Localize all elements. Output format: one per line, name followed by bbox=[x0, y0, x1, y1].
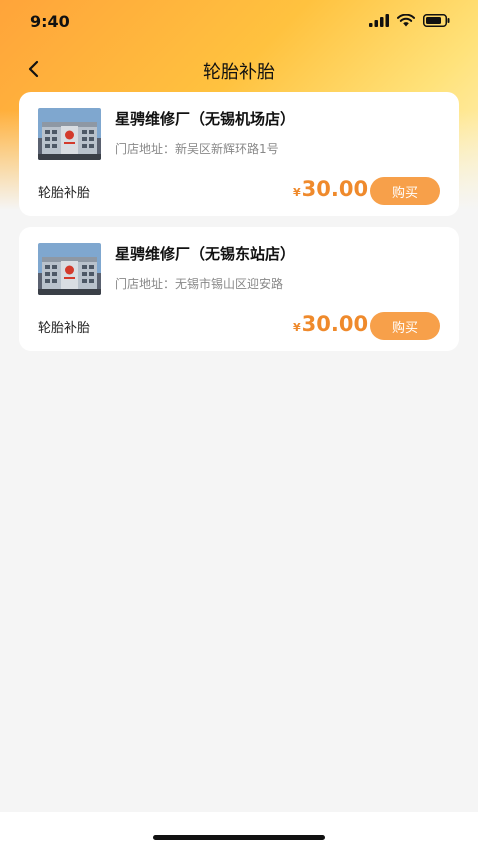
price: ¥30.00 bbox=[293, 312, 368, 336]
store-address: 门店地址：无锡市锡山区迎安路 bbox=[115, 275, 283, 292]
buy-button[interactable]: 购买 bbox=[370, 312, 440, 340]
home-indicator[interactable] bbox=[153, 835, 325, 840]
store-card[interactable]: 星骋维修厂（无锡机场店） 门店地址：新吴区新辉环路1号 轮胎补胎 ¥30.00 … bbox=[19, 92, 459, 216]
store-address: 门店地址：新吴区新辉环路1号 bbox=[115, 140, 279, 157]
wifi-icon bbox=[397, 14, 415, 27]
price-value: 30.00 bbox=[301, 312, 369, 336]
store-photo bbox=[38, 108, 101, 160]
store-photo bbox=[38, 243, 101, 295]
store-name: 星骋维修厂（无锡东站店） bbox=[115, 245, 296, 263]
price-value: 30.00 bbox=[301, 177, 369, 201]
bottom-bar bbox=[0, 812, 478, 850]
buy-button[interactable]: 购买 bbox=[370, 177, 440, 205]
address-value: 无锡市锡山区迎安路 bbox=[175, 277, 284, 291]
store-name: 星骋维修厂（无锡机场店） bbox=[115, 110, 296, 128]
service-name: 轮胎补胎 bbox=[38, 321, 91, 336]
currency-symbol: ¥ bbox=[293, 186, 301, 199]
currency-symbol: ¥ bbox=[293, 321, 301, 334]
store-list: 星骋维修厂（无锡机场店） 门店地址：新吴区新辉环路1号 轮胎补胎 ¥30.00 … bbox=[19, 92, 459, 362]
status-time: 9:40 bbox=[30, 12, 70, 31]
status-bar: 9:40 bbox=[0, 0, 478, 46]
signal-icon bbox=[369, 14, 389, 27]
nav-bar: 轮胎补胎 bbox=[0, 50, 478, 90]
store-card[interactable]: 星骋维修厂（无锡东站店） 门店地址：无锡市锡山区迎安路 轮胎补胎 ¥30.00 … bbox=[19, 227, 459, 351]
address-label: 门店地址： bbox=[115, 277, 176, 291]
service-name: 轮胎补胎 bbox=[38, 186, 91, 201]
battery-icon bbox=[423, 14, 450, 27]
status-icons bbox=[369, 14, 450, 27]
page-title: 轮胎补胎 bbox=[203, 62, 275, 83]
address-label: 门店地址： bbox=[115, 142, 176, 156]
address-value: 新吴区新辉环路1号 bbox=[175, 142, 279, 156]
price: ¥30.00 bbox=[293, 177, 368, 201]
